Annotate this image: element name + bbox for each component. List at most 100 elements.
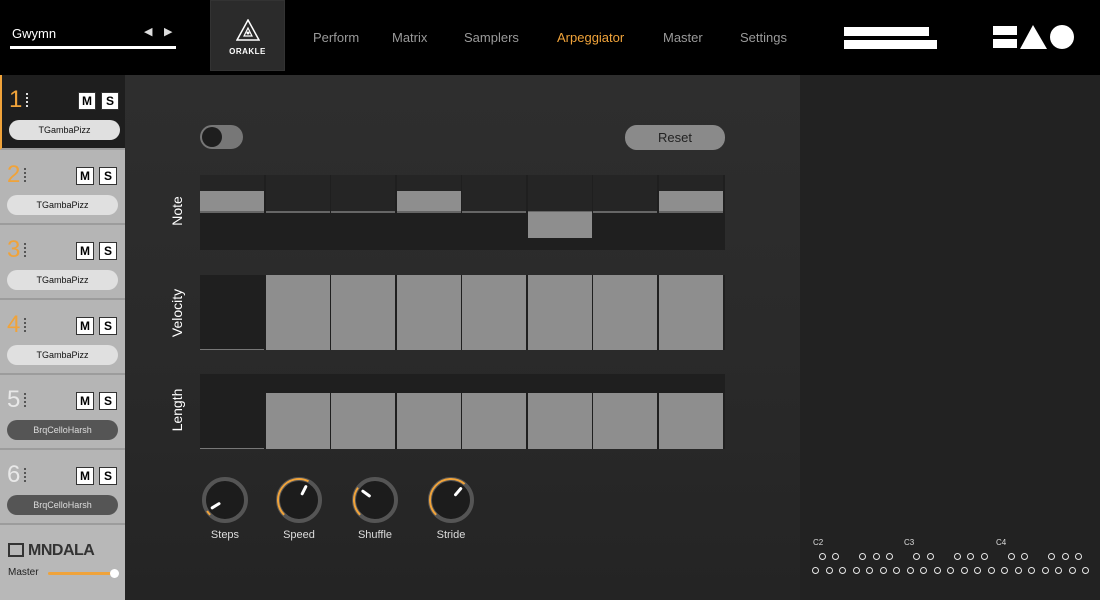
white-key[interactable] xyxy=(866,567,873,574)
solo-button[interactable]: S xyxy=(99,242,117,260)
track-2[interactable]: 2 M S TGambaPizz xyxy=(0,150,125,225)
white-key[interactable] xyxy=(825,567,833,574)
mute-button[interactable]: M xyxy=(76,317,94,335)
sample-selector[interactable]: TGambaPizz xyxy=(7,345,118,365)
mute-button[interactable]: M xyxy=(76,467,94,485)
black-key[interactable] xyxy=(818,553,826,560)
velocity-step[interactable] xyxy=(396,275,461,350)
white-key[interactable] xyxy=(987,567,995,574)
sample-selector[interactable]: TGambaPizz xyxy=(9,120,120,140)
black-key[interactable] xyxy=(1021,553,1029,560)
black-key[interactable] xyxy=(1061,553,1069,560)
note-step[interactable] xyxy=(593,175,658,250)
white-key[interactable] xyxy=(893,567,900,574)
previous-preset-icon[interactable]: ◀ xyxy=(144,25,152,38)
nav-tab-perform[interactable]: Perform xyxy=(313,30,359,45)
note-step[interactable] xyxy=(658,175,723,250)
black-key[interactable] xyxy=(859,553,867,560)
white-key[interactable] xyxy=(1068,567,1076,574)
preset-name[interactable]: Gwymn xyxy=(12,26,56,41)
velocity-step[interactable] xyxy=(265,275,330,350)
velocity-step[interactable] xyxy=(658,275,723,350)
track-3[interactable]: 3 M S TGambaPizz xyxy=(0,225,125,300)
white-key[interactable] xyxy=(1082,567,1089,574)
solo-button[interactable]: S xyxy=(99,467,117,485)
sample-selector[interactable]: BrqCelloHarsh xyxy=(7,495,118,515)
white-key[interactable] xyxy=(1001,567,1008,574)
black-key[interactable] xyxy=(913,553,921,560)
white-key[interactable] xyxy=(947,567,954,574)
white-key[interactable] xyxy=(1014,567,1022,574)
solo-button[interactable]: S xyxy=(99,317,117,335)
mute-button[interactable]: M xyxy=(76,242,94,260)
solo-button[interactable]: S xyxy=(99,392,117,410)
mute-button[interactable]: M xyxy=(76,167,94,185)
stride-knob[interactable] xyxy=(426,475,476,525)
speed-knob[interactable] xyxy=(274,475,324,525)
velocity-step[interactable] xyxy=(200,275,264,350)
track-1[interactable]: 1 M S TGambaPizz xyxy=(0,75,125,150)
black-key[interactable] xyxy=(980,553,988,560)
black-key[interactable] xyxy=(872,553,880,560)
white-key[interactable] xyxy=(933,567,941,574)
shuffle-knob[interactable] xyxy=(350,475,400,525)
length-step[interactable] xyxy=(658,374,723,449)
length-step[interactable] xyxy=(265,374,330,449)
white-key[interactable] xyxy=(960,567,968,574)
track-6[interactable]: 6 M S BrqCelloHarsh xyxy=(0,450,125,525)
velocity-step[interactable] xyxy=(331,275,396,350)
master-slider-thumb[interactable] xyxy=(110,569,119,578)
reset-button[interactable]: Reset xyxy=(625,125,725,150)
white-key[interactable] xyxy=(1055,567,1062,574)
black-key[interactable] xyxy=(967,553,975,560)
velocity-step[interactable] xyxy=(527,275,592,350)
note-step[interactable] xyxy=(527,175,592,250)
sample-selector[interactable]: TGambaPizz xyxy=(7,270,118,290)
velocity-step[interactable] xyxy=(593,275,658,350)
white-key[interactable] xyxy=(920,567,927,574)
white-key[interactable] xyxy=(906,567,914,574)
preset-selector[interactable]: Gwymn ◀ ▶ xyxy=(10,24,176,54)
white-key[interactable] xyxy=(1028,567,1035,574)
black-key[interactable] xyxy=(953,553,961,560)
note-step[interactable] xyxy=(396,175,461,250)
note-step[interactable] xyxy=(462,175,527,250)
length-step[interactable] xyxy=(200,374,264,449)
solo-button[interactable]: S xyxy=(99,167,117,185)
length-step[interactable] xyxy=(396,374,461,449)
white-key[interactable] xyxy=(974,567,981,574)
track-5[interactable]: 5 M S BrqCelloHarsh xyxy=(0,375,125,450)
black-key[interactable] xyxy=(926,553,934,560)
black-key[interactable] xyxy=(886,553,894,560)
length-step[interactable] xyxy=(462,374,527,449)
nav-tab-matrix[interactable]: Matrix xyxy=(392,30,427,45)
mute-button[interactable]: M xyxy=(76,392,94,410)
white-key[interactable] xyxy=(852,567,860,574)
white-key[interactable] xyxy=(839,567,846,574)
white-key[interactable] xyxy=(812,567,819,574)
note-step[interactable] xyxy=(331,175,396,250)
next-preset-icon[interactable]: ▶ xyxy=(164,25,172,38)
sample-selector[interactable]: TGambaPizz xyxy=(7,195,118,215)
solo-button[interactable]: S xyxy=(101,92,119,110)
arpeggiator-toggle[interactable] xyxy=(200,125,243,149)
master-slider[interactable] xyxy=(48,569,119,578)
black-key[interactable] xyxy=(832,553,840,560)
track-4[interactable]: 4 M S TGambaPizz xyxy=(0,300,125,375)
steps-knob[interactable] xyxy=(200,475,250,525)
mute-button[interactable]: M xyxy=(78,92,96,110)
nav-tab-arpeggiator[interactable]: Arpeggiator xyxy=(557,30,624,45)
black-key[interactable] xyxy=(1048,553,1056,560)
nav-tab-settings[interactable]: Settings xyxy=(740,30,787,45)
length-step[interactable] xyxy=(593,374,658,449)
length-step[interactable] xyxy=(527,374,592,449)
length-step[interactable] xyxy=(331,374,396,449)
white-key[interactable] xyxy=(879,567,887,574)
note-step[interactable] xyxy=(265,175,330,250)
white-key[interactable] xyxy=(1041,567,1049,574)
velocity-step[interactable] xyxy=(462,275,527,350)
nav-tab-samplers[interactable]: Samplers xyxy=(464,30,519,45)
nav-tab-master[interactable]: Master xyxy=(663,30,703,45)
sample-selector[interactable]: BrqCelloHarsh xyxy=(7,420,118,440)
black-key[interactable] xyxy=(1007,553,1015,560)
